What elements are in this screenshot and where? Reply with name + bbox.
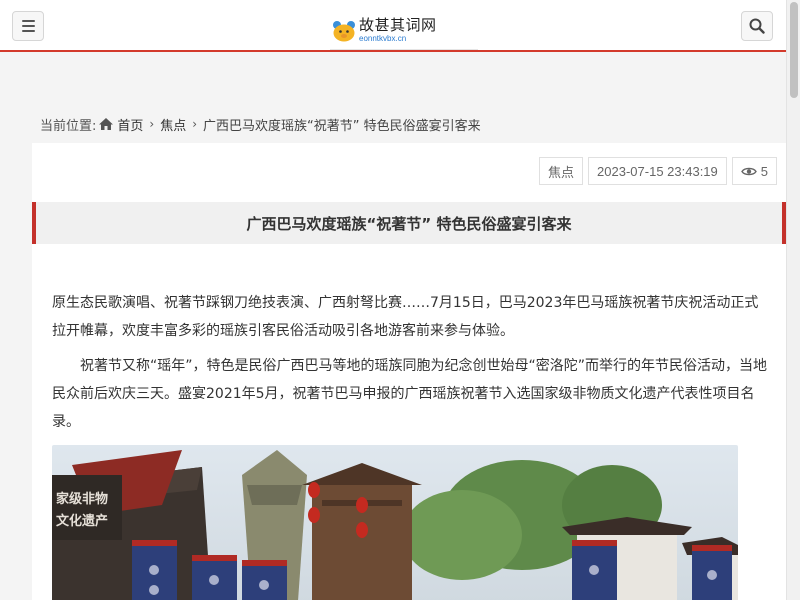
article-photo: 家级非物 文化遗产 <box>52 445 738 600</box>
home-icon[interactable] <box>98 117 114 131</box>
article-title-bar: 广西巴马欢度瑶族“祝著节” 特色民俗盛宴引客来 <box>32 202 786 244</box>
article-card: 焦点 2023-07-15 23:43:19 5 广西巴马欢度瑶族“祝著节” 特… <box>32 143 786 600</box>
category-tag[interactable]: 焦点 <box>539 157 584 185</box>
site-header: 故甚其词网 eonntkvbx.cn <box>0 0 786 52</box>
article-title: 广西巴马欢度瑶族“祝著节” 特色民俗盛宴引客来 <box>246 214 572 233</box>
logo-subtitle: eonntkvbx.cn <box>359 34 407 43</box>
hamburger-menu-icon <box>21 20 35 22</box>
publish-date: 2023-07-15 23:43:19 <box>588 157 727 185</box>
view-count: 5 <box>731 157 777 185</box>
breadcrumb-home-link[interactable]: 首页 <box>117 115 143 134</box>
site-logo[interactable]: 故甚其词网 eonntkvbx.cn <box>330 10 478 50</box>
article-meta: 焦点 2023-07-15 23:43:19 5 <box>539 157 777 185</box>
search-button[interactable] <box>741 11 773 41</box>
breadcrumb-label: 当前位置: <box>40 118 97 134</box>
chevron-right-icon: › <box>192 117 198 131</box>
search-icon <box>749 18 765 34</box>
paragraph-1: 原生态民歌演唱、祝著节踩钢刀绝技表演、广西射弩比赛……7月15日，巴马2023年… <box>52 295 759 339</box>
category-label: 焦点 <box>548 164 575 180</box>
breadcrumb-section-link[interactable]: 焦点 <box>160 115 186 134</box>
logo-bear-icon <box>333 21 355 42</box>
view-count-value: 5 <box>760 163 768 179</box>
svg-text:文化遗产: 文化遗产 <box>56 513 108 529</box>
photo-sign-text: 家级非物 <box>56 491 108 507</box>
menu-button[interactable] <box>12 11 44 41</box>
paragraph-2: 祝著节又称“瑶年”，特色是民俗广西巴马等地的瑶族同胞为纪念创世始母“密洛陀”而举… <box>52 358 768 430</box>
logo-title: 故甚其词网 <box>359 16 437 34</box>
festival-photo-illustration: 家级非物 文化遗产 <box>52 445 738 600</box>
scrollbar-thumb[interactable] <box>790 2 798 98</box>
publish-datetime: 2023-07-15 23:43:19 <box>597 163 718 179</box>
article-body: 原生态民歌演唱、祝著节踩钢刀绝技表演、广西射弩比赛……7月15日，巴马2023年… <box>52 289 768 443</box>
breadcrumb: 当前位置: 首页 › 焦点 › 广西巴马欢度瑶族“祝著节” 特色民俗盛宴引客来 <box>40 114 481 134</box>
chevron-right-icon: › <box>149 117 155 131</box>
breadcrumb-current: 广西巴马欢度瑶族“祝著节” 特色民俗盛宴引客来 <box>203 118 481 134</box>
eye-icon <box>740 167 757 175</box>
page-scrollbar[interactable] <box>786 0 800 600</box>
